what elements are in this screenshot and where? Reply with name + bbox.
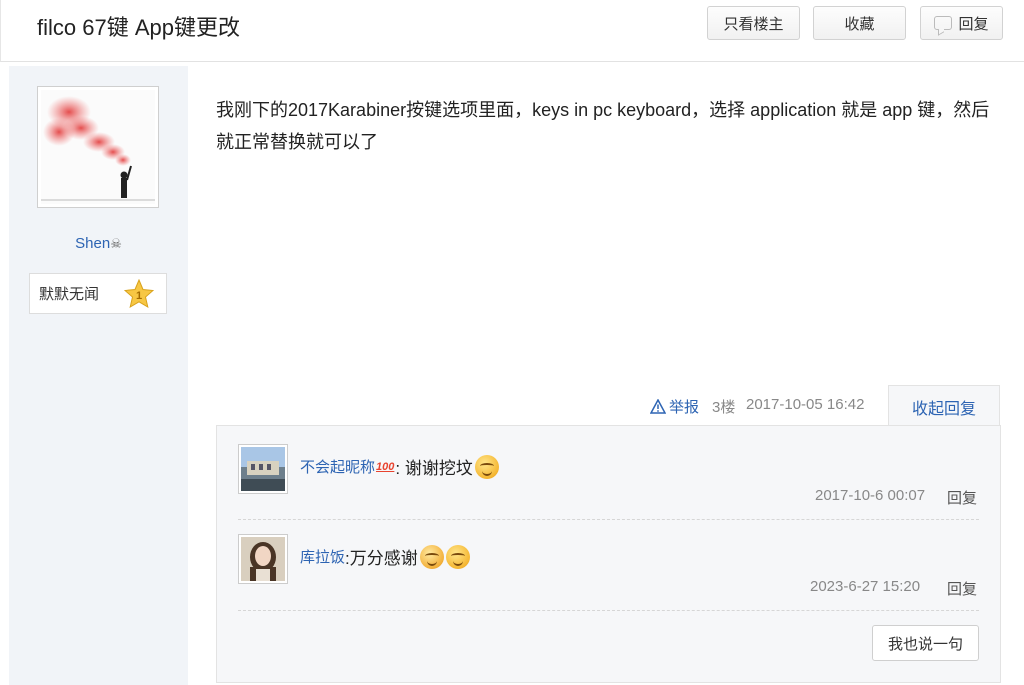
reply-avatar[interactable]: [238, 534, 288, 584]
author-sidebar: Shen☠ 默默无闻 1: [9, 66, 188, 685]
hundred-icon: 100: [376, 460, 395, 473]
reply-text: : 谢谢挖坟: [395, 459, 473, 478]
warning-icon: [650, 399, 666, 414]
reply-author[interactable]: 不会起昵称: [300, 456, 375, 477]
post-time: 2017-10-05 16:42: [746, 396, 865, 413]
reply-time: 2023-6-27 15:20: [810, 578, 921, 595]
floor-number: 3楼: [712, 399, 736, 416]
author-rank: 默默无闻 1: [29, 273, 167, 314]
skull-icon: ☠: [110, 236, 122, 251]
divider: [238, 610, 979, 611]
reply-line: 库拉饭 :万分感谢: [300, 544, 470, 569]
say-something-button[interactable]: 我也说一句: [872, 625, 979, 661]
avatar-image: [41, 96, 155, 201]
reply-button-label: 回复: [958, 15, 989, 33]
reply-button[interactable]: 回复: [920, 6, 1003, 40]
reply-line: 不会起昵称 100 : 谢谢挖坟: [300, 454, 499, 479]
hug-emoji-icon: [419, 544, 444, 569]
thread-header: filco 67键 App键更改 只看楼主 收藏 回复: [0, 0, 1024, 62]
reply-link[interactable]: 回复: [947, 487, 977, 508]
author-name-link[interactable]: Shen: [75, 235, 110, 252]
reply-link[interactable]: 回复: [947, 578, 977, 599]
rank-label: 默默无闻: [39, 286, 100, 303]
report-label: 举报: [669, 399, 700, 416]
smile-emoji-icon: [474, 454, 499, 479]
favorite-button[interactable]: 收藏: [813, 6, 906, 40]
post-content: 我刚下的2017Karabiner按键选项里面，keys in pc keybo…: [216, 100, 990, 152]
reply-avatar-image: [241, 537, 285, 581]
reply-author[interactable]: 库拉饭: [300, 546, 345, 567]
level-star-icon: 1: [124, 279, 154, 309]
sub-replies: 不会起昵称 100 : 谢谢挖坟 2017-10-6 00:07 回复 库拉饭 …: [216, 425, 1001, 683]
collapse-replies-button[interactable]: 收起回复: [888, 385, 1000, 427]
reply-text: :万分感谢: [345, 549, 418, 568]
author-name[interactable]: Shen☠: [9, 235, 188, 252]
reply-avatar-image: [241, 447, 285, 491]
thread-title: filco 67键 App键更改: [37, 15, 240, 40]
only-op-button[interactable]: 只看楼主: [707, 6, 800, 40]
reply-icon: [934, 16, 953, 30]
divider: [238, 519, 979, 520]
svg-text:1: 1: [136, 290, 142, 302]
author-avatar[interactable]: [37, 86, 159, 208]
reply-avatar[interactable]: [238, 444, 288, 494]
smile-emoji-icon: [445, 544, 470, 569]
report-link[interactable]: 举报: [650, 396, 699, 417]
reply-time: 2017-10-6 00:07: [815, 487, 926, 504]
